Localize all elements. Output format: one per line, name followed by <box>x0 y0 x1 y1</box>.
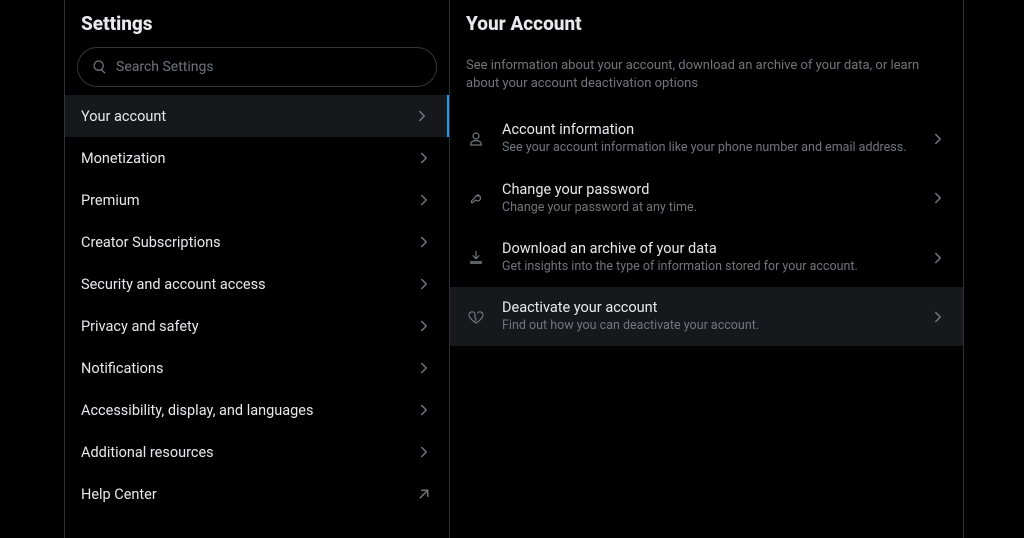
right-gutter <box>964 0 1024 538</box>
option-text: Account information See your account info… <box>502 121 913 156</box>
option-text: Change your password Change your password… <box>502 181 913 216</box>
search-placeholder: Search Settings <box>116 59 422 75</box>
option-subtitle: Change your password at any time. <box>502 200 913 216</box>
chevron-right-icon <box>929 189 947 207</box>
nav-item-label: Help Center <box>81 486 157 503</box>
chevron-right-icon <box>413 107 431 125</box>
search-icon <box>92 59 108 75</box>
option-title: Account information <box>502 121 913 138</box>
option-subtitle: Get insights into the type of informatio… <box>502 259 913 275</box>
option-subtitle: See your account information like your p… <box>502 140 913 156</box>
nav-item-creator-subscriptions[interactable]: Creator Subscriptions <box>65 221 449 263</box>
nav-item-label: Security and account access <box>81 276 266 293</box>
detail-description: See information about your account, down… <box>450 47 963 109</box>
search-wrap: Search Settings <box>65 47 449 95</box>
nav-item-label: Privacy and safety <box>81 318 199 335</box>
nav-item-additional-resources[interactable]: Additional resources <box>65 431 449 473</box>
option-list: Account information See your account info… <box>450 109 963 346</box>
option-text: Download an archive of your data Get insi… <box>502 240 913 275</box>
nav-item-label: Accessibility, display, and languages <box>81 402 313 419</box>
chevron-right-icon <box>415 359 433 377</box>
option-title: Download an archive of your data <box>502 240 913 257</box>
option-title: Change your password <box>502 181 913 198</box>
nav-item-monetization[interactable]: Monetization <box>65 137 449 179</box>
detail-title: Your Account <box>450 0 963 47</box>
chevron-right-icon <box>929 130 947 148</box>
nav-item-your-account[interactable]: Your account <box>65 95 449 137</box>
nav-item-label: Creator Subscriptions <box>81 234 221 251</box>
option-title: Deactivate your account <box>502 299 913 316</box>
nav-item-accessibility-display-and-languages[interactable]: Accessibility, display, and languages <box>65 389 449 431</box>
search-input[interactable]: Search Settings <box>77 47 437 87</box>
nav-item-premium[interactable]: Premium <box>65 179 449 221</box>
chevron-right-icon <box>415 401 433 419</box>
nav-item-help-center[interactable]: Help Center <box>65 473 449 515</box>
nav-item-label: Monetization <box>81 150 166 167</box>
nav-item-label: Your account <box>81 108 166 125</box>
chevron-right-icon <box>415 317 433 335</box>
nav-item-label: Notifications <box>81 360 163 377</box>
option-change-your-password[interactable]: Change your password Change your password… <box>450 169 963 228</box>
settings-panel: Settings Search Settings Your account Mon… <box>65 0 450 538</box>
nav-item-security-and-account-access[interactable]: Security and account access <box>65 263 449 305</box>
left-gutter <box>0 0 65 538</box>
download-icon <box>466 249 486 267</box>
external-link-icon <box>415 485 433 503</box>
nav-item-label: Premium <box>81 192 140 209</box>
heart-broken-icon <box>466 308 486 326</box>
option-deactivate-your-account[interactable]: Deactivate your account Find out how you … <box>450 287 963 346</box>
settings-title: Settings <box>65 0 449 47</box>
person-icon <box>466 130 486 148</box>
nav-item-notifications[interactable]: Notifications <box>65 347 449 389</box>
option-download-an-archive-of-your-data[interactable]: Download an archive of your data Get insi… <box>450 228 963 287</box>
chevron-right-icon <box>415 233 433 251</box>
chevron-right-icon <box>415 275 433 293</box>
chevron-right-icon <box>415 443 433 461</box>
settings-nav-list: Your account Monetization Premium Creator S… <box>65 95 449 515</box>
option-subtitle: Find out how you can deactivate your acc… <box>502 318 913 334</box>
key-icon <box>466 189 486 207</box>
chevron-right-icon <box>929 308 947 326</box>
chevron-right-icon <box>415 191 433 209</box>
nav-item-label: Additional resources <box>81 444 214 461</box>
nav-item-privacy-and-safety[interactable]: Privacy and safety <box>65 305 449 347</box>
chevron-right-icon <box>415 149 433 167</box>
option-account-information[interactable]: Account information See your account info… <box>450 109 963 168</box>
chevron-right-icon <box>929 249 947 267</box>
detail-panel: Your Account See information about your … <box>450 0 964 538</box>
option-text: Deactivate your account Find out how you … <box>502 299 913 334</box>
